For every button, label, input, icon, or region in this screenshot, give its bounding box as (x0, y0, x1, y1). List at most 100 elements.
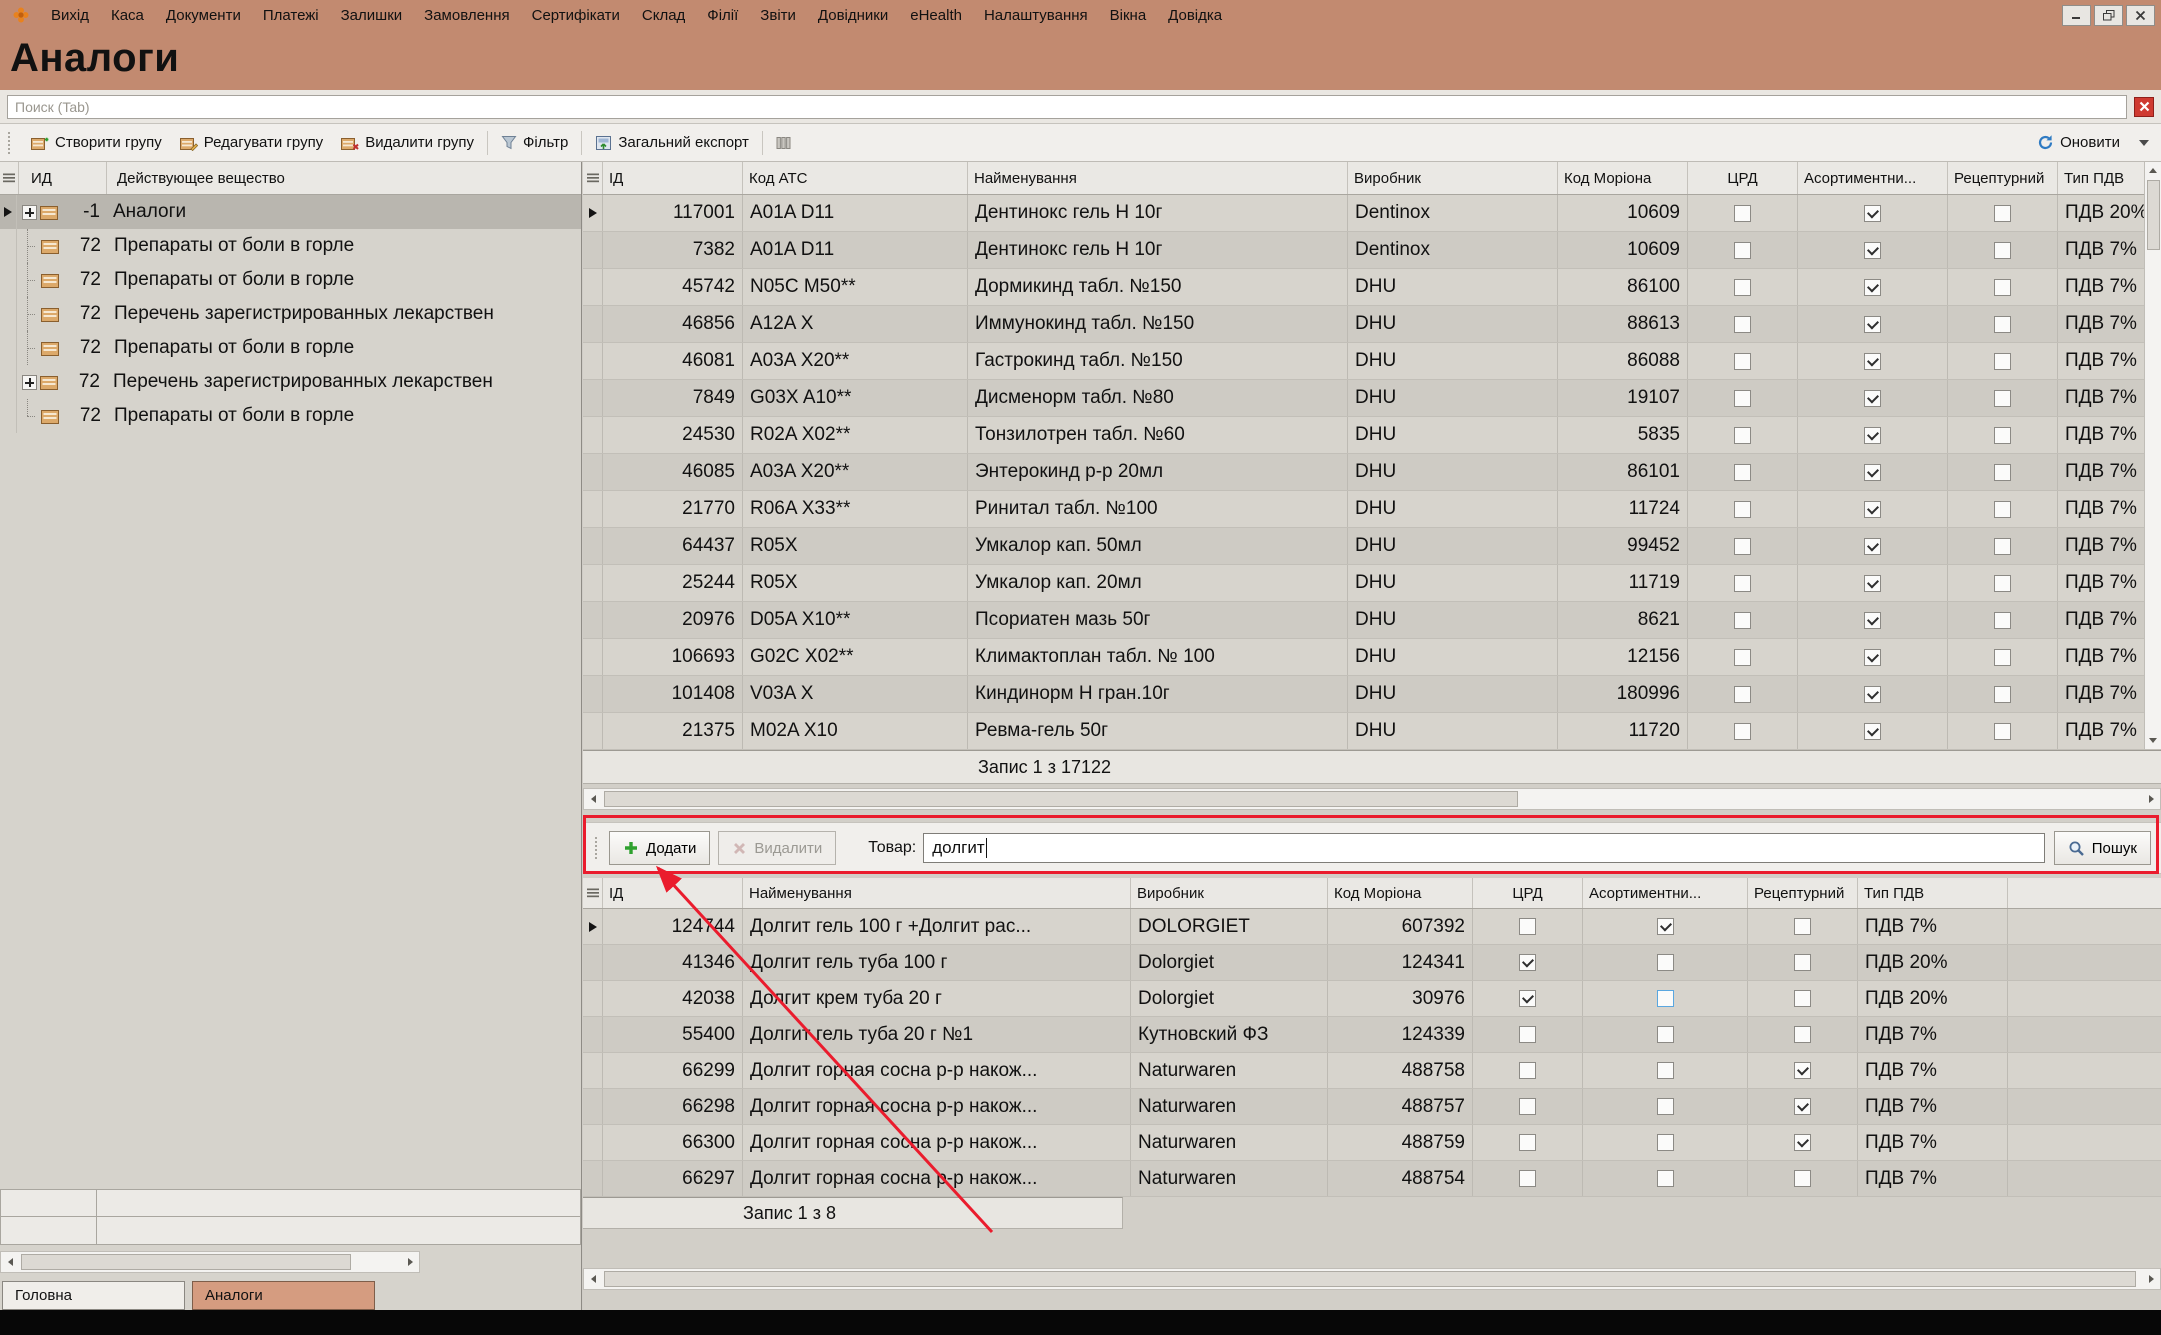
edit-group-button[interactable]: Редагувати групу (171, 129, 332, 156)
cell-crd[interactable] (1473, 909, 1583, 944)
cell-recipe[interactable] (1948, 380, 2058, 416)
cell-assort[interactable] (1798, 491, 1948, 527)
cell-recipe[interactable] (1748, 1017, 1858, 1052)
cell-recipe[interactable] (1748, 981, 1858, 1016)
tree-group-row[interactable]: 72Перечень зарегистрированных лекарствен (0, 297, 581, 331)
cell-crd[interactable] (1688, 380, 1798, 416)
scroll-thumb[interactable] (604, 1271, 2136, 1287)
crd-checkbox[interactable] (1734, 242, 1751, 259)
cell-crd[interactable] (1473, 1161, 1583, 1196)
cell-assort[interactable] (1798, 528, 1948, 564)
recipe-checkbox[interactable] (1994, 316, 2011, 333)
analogs-horizontal-scrollbar[interactable] (583, 1268, 2161, 1290)
assort-checkbox[interactable] (1864, 649, 1881, 666)
recipe-checkbox[interactable] (1994, 686, 2011, 703)
crd-checkbox[interactable] (1519, 1170, 1536, 1187)
add-analog-button[interactable]: Додати (609, 831, 710, 865)
analog-row[interactable]: 42038Долгит крем туба 20 гDolorgiet30976… (583, 981, 2161, 1017)
crd-checkbox[interactable] (1734, 464, 1751, 481)
products-vertical-scrollbar[interactable] (2144, 162, 2161, 749)
crd-checkbox[interactable] (1734, 316, 1751, 333)
menu-item[interactable]: Платежі (252, 2, 330, 29)
cell-assort[interactable] (1798, 343, 1948, 379)
assort-checkbox[interactable] (1864, 538, 1881, 555)
clear-search-button[interactable] (2134, 97, 2154, 117)
crd-checkbox[interactable] (1734, 723, 1751, 740)
menu-item[interactable]: Склад (631, 2, 696, 29)
cell-crd[interactable] (1688, 417, 1798, 453)
cell-recipe[interactable] (1948, 232, 2058, 268)
recipe-checkbox[interactable] (1794, 1026, 1811, 1043)
product-row[interactable]: 46085A03A X20**Энтерокинд р-р 20млDHU861… (583, 454, 2161, 491)
analog-row[interactable]: 66299Долгит горная сосна р-р накож...Nat… (583, 1053, 2161, 1089)
column-header-assort[interactable]: Асортиментни... (1583, 878, 1748, 908)
cell-recipe[interactable] (1748, 909, 1858, 944)
recipe-checkbox[interactable] (1794, 918, 1811, 935)
scroll-left-button[interactable] (584, 1269, 602, 1289)
column-header-producer[interactable]: Виробник (1348, 162, 1558, 194)
delete-analog-button[interactable]: Видалити (718, 831, 836, 865)
crd-checkbox[interactable] (1519, 990, 1536, 1007)
tree-group-row[interactable]: 72Препараты от боли в горле (0, 263, 581, 297)
column-header-id[interactable]: ІД (603, 162, 743, 194)
column-header-morion[interactable]: Код Моріона (1328, 878, 1473, 908)
assort-checkbox[interactable] (1657, 954, 1674, 971)
scroll-right-button[interactable] (2142, 789, 2160, 809)
cell-crd[interactable] (1473, 1017, 1583, 1052)
recipe-checkbox[interactable] (1994, 612, 2011, 629)
tree-expander-icon[interactable] (22, 205, 37, 220)
grid-columns-button[interactable] (767, 131, 800, 155)
cell-crd[interactable] (1688, 306, 1798, 342)
product-row[interactable]: 117001A01A D11Дентинокс гель Н 10гDentin… (583, 195, 2161, 232)
cell-assort[interactable] (1583, 1161, 1748, 1196)
products-horizontal-scrollbar[interactable] (583, 788, 2161, 810)
cell-recipe[interactable] (1948, 602, 2058, 638)
tree-group-row[interactable]: 72Препараты от боли в горле (0, 399, 581, 433)
recipe-checkbox[interactable] (1994, 279, 2011, 296)
menu-item[interactable]: Звіти (749, 2, 807, 29)
cell-assort[interactable] (1798, 565, 1948, 601)
analog-row[interactable]: 66297Долгит горная сосна р-р накож...Nat… (583, 1161, 2161, 1197)
cell-recipe[interactable] (1948, 269, 2058, 305)
product-row[interactable]: 24530R02A X02**Тонзилотрен табл. №60DHU5… (583, 417, 2161, 454)
menu-item[interactable]: Замовлення (413, 2, 520, 29)
product-row[interactable]: 25244R05XУмкалор кап. 20млDHU11719ПДВ 7% (583, 565, 2161, 602)
search-input[interactable] (7, 95, 2127, 119)
tree-group-row[interactable]: -1Аналоги (0, 195, 581, 229)
assort-checkbox[interactable] (1864, 723, 1881, 740)
crd-checkbox[interactable] (1519, 954, 1536, 971)
menu-item[interactable]: Налаштування (973, 2, 1099, 29)
assort-checkbox[interactable] (1864, 316, 1881, 333)
assort-checkbox[interactable] (1657, 990, 1674, 1007)
tree-column-header-id[interactable]: ИД (19, 162, 107, 194)
scroll-right-button[interactable] (2142, 1269, 2160, 1289)
product-row[interactable]: 101408V03A XКиндинорм Н гран.10гDHU18099… (583, 676, 2161, 713)
recipe-checkbox[interactable] (1994, 501, 2011, 518)
cell-recipe[interactable] (1948, 676, 2058, 712)
cell-assort[interactable] (1583, 1053, 1748, 1088)
cell-assort[interactable] (1583, 1089, 1748, 1124)
assort-checkbox[interactable] (1864, 353, 1881, 370)
cell-crd[interactable] (1688, 454, 1798, 490)
column-header-id[interactable]: ІД (603, 878, 743, 908)
column-header-crd[interactable]: ЦРД (1473, 878, 1583, 908)
scroll-thumb[interactable] (604, 791, 1518, 807)
filter-button[interactable]: Фільтр (492, 129, 577, 156)
cell-crd[interactable] (1473, 981, 1583, 1016)
scroll-thumb[interactable] (2147, 180, 2160, 250)
recipe-checkbox[interactable] (1994, 538, 2011, 555)
cell-recipe[interactable] (1948, 713, 2058, 749)
cell-assort[interactable] (1583, 945, 1748, 980)
refresh-dropdown-icon[interactable] (2139, 140, 2149, 146)
menu-item[interactable]: Залишки (330, 2, 414, 29)
menu-item[interactable]: Довідники (807, 2, 899, 29)
assort-checkbox[interactable] (1864, 612, 1881, 629)
search-analog-button[interactable]: Пошук (2054, 831, 2151, 865)
recipe-checkbox[interactable] (1794, 990, 1811, 1007)
create-group-button[interactable]: Створити групу (22, 129, 171, 156)
scroll-thumb[interactable] (21, 1254, 351, 1270)
cell-crd[interactable] (1688, 528, 1798, 564)
menu-item[interactable]: Сертифікати (521, 2, 631, 29)
product-row[interactable]: 64437R05XУмкалор кап. 50млDHU99452ПДВ 7% (583, 528, 2161, 565)
refresh-button[interactable]: Оновити (2028, 129, 2129, 156)
